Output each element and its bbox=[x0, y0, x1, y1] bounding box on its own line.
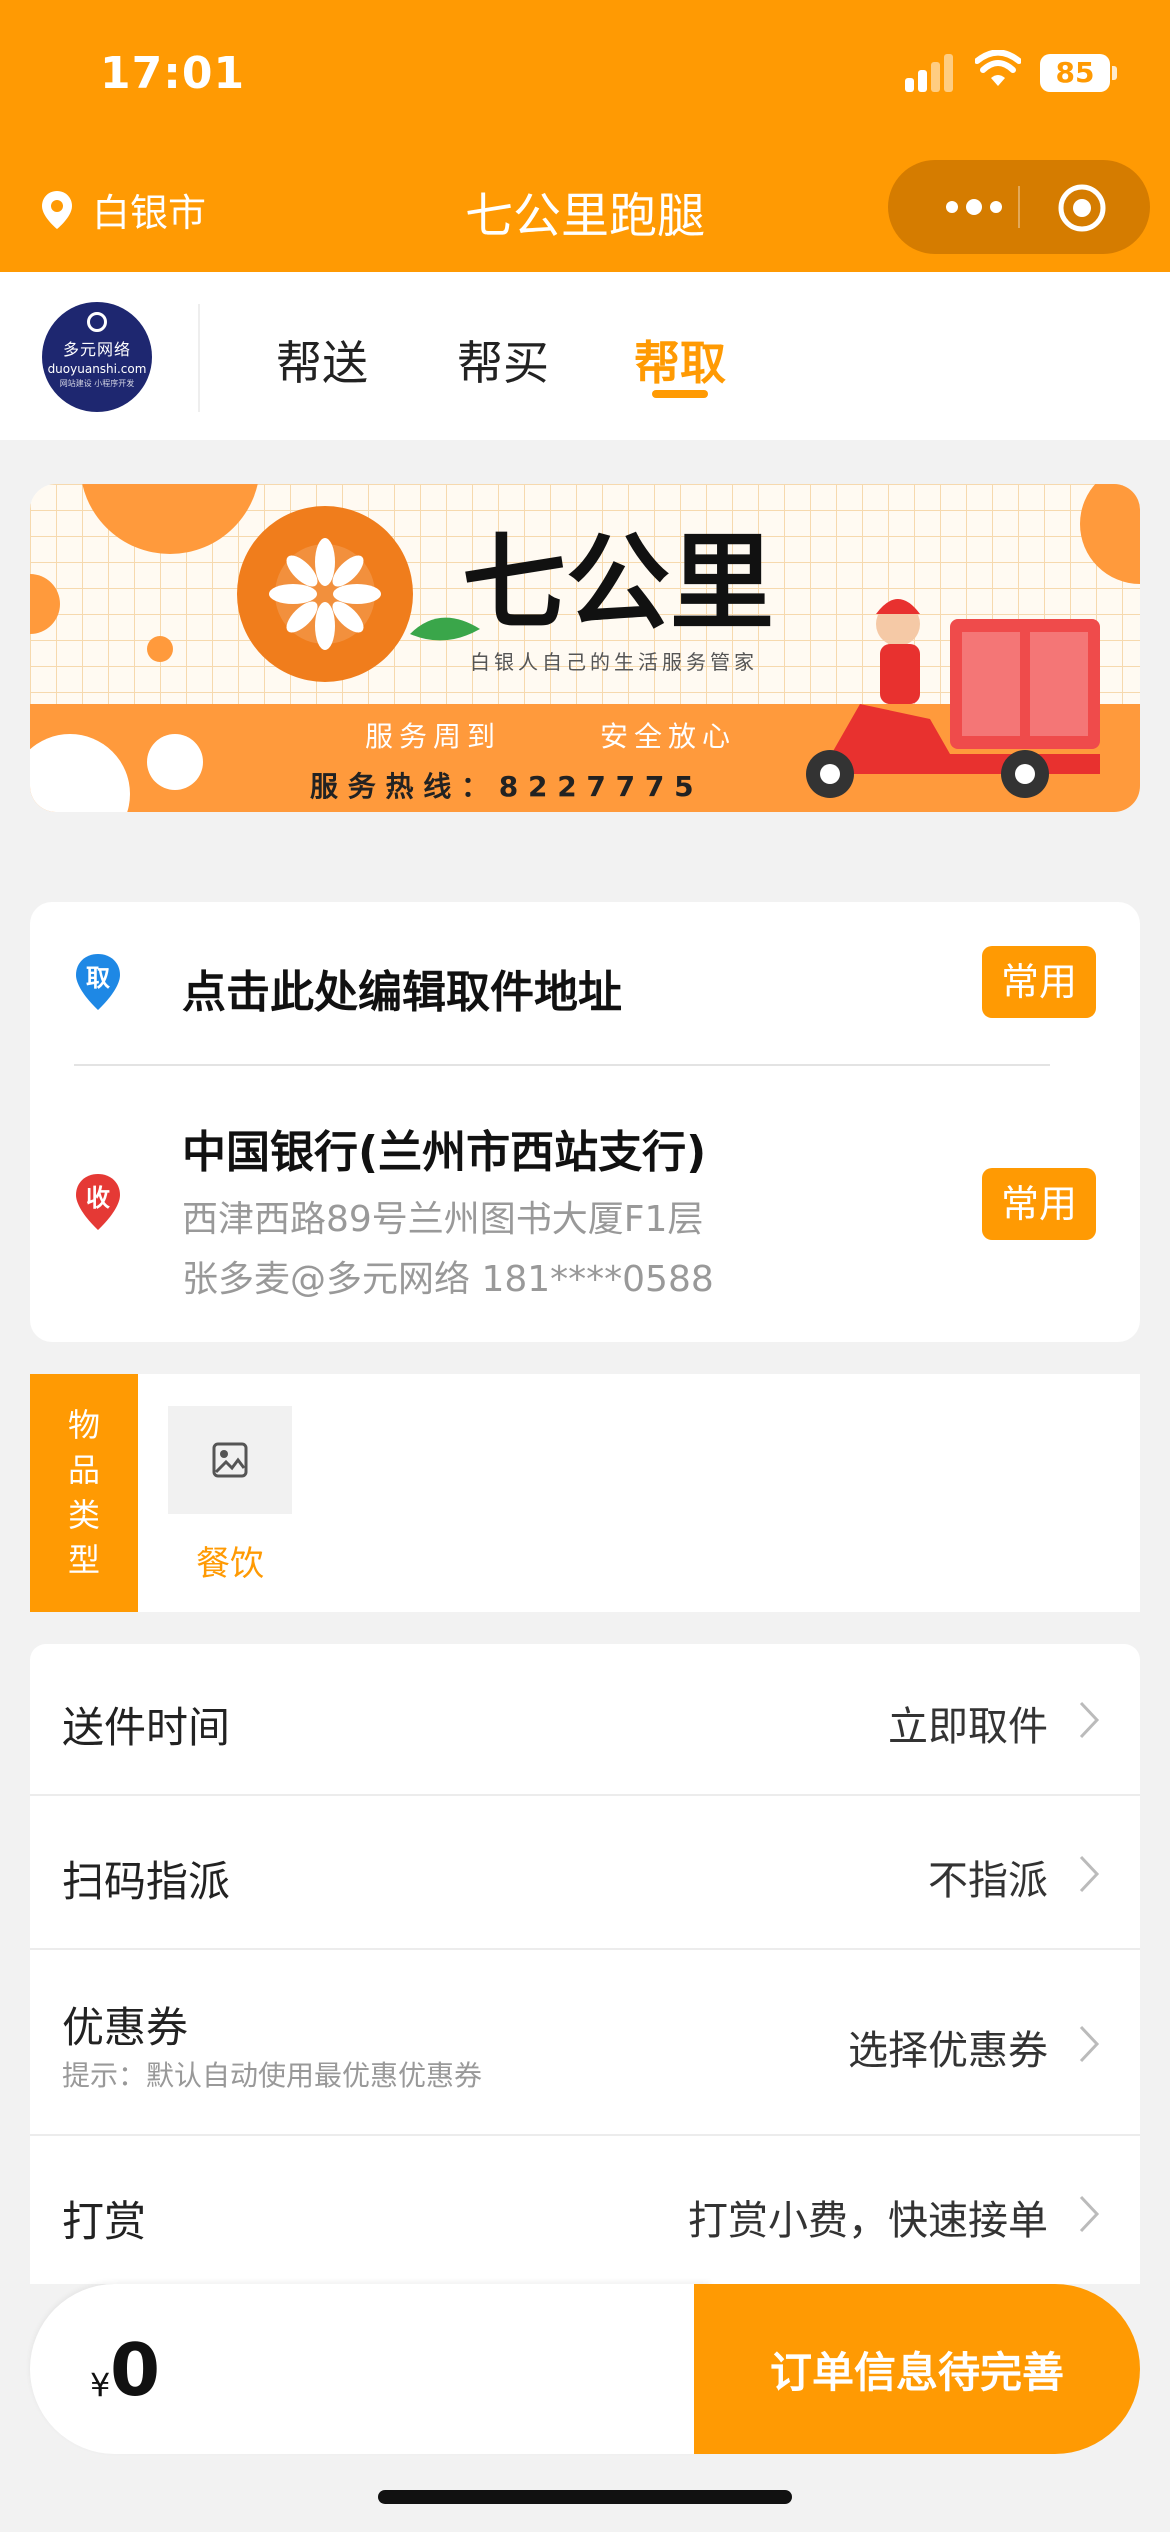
active-tab-indicator bbox=[652, 390, 708, 398]
receiver-name[interactable]: 中国银行(兰州市西站支行) bbox=[182, 1116, 706, 1180]
logo-subtext: 网站建设 小程序开发 bbox=[59, 379, 135, 388]
chevron-right-icon bbox=[1079, 2195, 1100, 2233]
currency-symbol: ¥ bbox=[90, 2366, 111, 2404]
status-time: 17:01 bbox=[100, 48, 246, 99]
image-placeholder-icon bbox=[168, 1406, 292, 1514]
option-value: 选择优惠券 bbox=[848, 2028, 1048, 2074]
service-tabs: 多元网络 duoyuanshi.com 网站建设 小程序开发 帮送 帮买 帮取 bbox=[0, 272, 1170, 440]
chevron-right-icon bbox=[1079, 2025, 1100, 2063]
chevron-right-icon bbox=[1079, 1701, 1100, 1739]
category-label: 物 品 类 型 bbox=[30, 1374, 138, 1612]
option-scan-assign[interactable]: 扫码指派 不指派 bbox=[30, 1796, 1140, 1950]
banner-tagline-right: 安全放心 bbox=[600, 720, 736, 753]
pickup-favorites-button[interactable]: 常用 bbox=[982, 946, 1096, 1018]
wifi-icon bbox=[975, 50, 1021, 86]
item-category-section: 物 品 类 型 餐饮 bbox=[30, 1374, 1140, 1612]
miniprogram-capsule bbox=[888, 160, 1150, 254]
category-item-food[interactable]: 餐饮 bbox=[168, 1406, 292, 1585]
option-label: 送件时间 bbox=[62, 1703, 231, 1752]
order-options: 送件时间 立即取件 扫码指派 不指派 优惠券 提示：默认自动使用最优惠优惠券 选… bbox=[30, 1644, 1140, 2284]
option-tip[interactable]: 打赏 打赏小费，快速接单 bbox=[30, 2136, 1140, 2284]
address-divider bbox=[74, 1064, 1050, 1066]
logo-text: 多元网络 bbox=[62, 340, 131, 359]
total-price: 0 bbox=[110, 2328, 161, 2412]
pickup-pin-label: 取 bbox=[86, 964, 110, 992]
submit-order-button[interactable]: 订单信息待完善 bbox=[694, 2284, 1140, 2454]
option-coupon[interactable]: 优惠券 提示：默认自动使用最优惠优惠券 选择优惠券 bbox=[30, 1950, 1140, 2136]
battery-tip bbox=[1112, 66, 1117, 80]
tab-buy[interactable]: 帮买 bbox=[457, 327, 549, 393]
app-header: 17:01 85 白银市 七公里跑腿 bbox=[0, 0, 1170, 272]
receiver-favorites-button[interactable]: 常用 bbox=[982, 1168, 1096, 1240]
option-value: 不指派 bbox=[928, 1858, 1048, 1904]
category-item-label: 餐饮 bbox=[196, 1544, 264, 1584]
tab-pickup[interactable]: 帮取 bbox=[634, 327, 726, 393]
price-display: ¥ 0 bbox=[30, 2284, 710, 2454]
receiver-pin-icon: 收 bbox=[74, 1172, 122, 1232]
banner-slogan: 白银人自己的生活服务管家 bbox=[470, 650, 758, 674]
receiver-address[interactable]: 西津西路89号兰州图书大厦F1层 bbox=[182, 1190, 703, 1242]
tab-deliver[interactable]: 帮送 bbox=[276, 327, 368, 393]
banner-hotline: 服 务 热 线 ： 8 2 2 7 7 7 5 bbox=[310, 770, 694, 803]
banner-graphic: 七公里 白银人自己的生活服务管家 服务周到 安全放心 服 务 热 线 ： 8 2… bbox=[30, 484, 1140, 812]
option-hint: 提示：默认自动使用最优惠优惠券 bbox=[62, 2059, 483, 2092]
logo-mark-icon bbox=[87, 312, 107, 332]
option-label: 扫码指派 bbox=[62, 1857, 231, 1906]
promo-banner[interactable]: 七公里 白银人自己的生活服务管家 服务周到 安全放心 服 务 热 线 ： 8 2… bbox=[30, 484, 1140, 812]
category-label-char: 类 bbox=[67, 1496, 100, 1534]
chevron-right-icon bbox=[1079, 1855, 1100, 1893]
receiver-contact[interactable]: 张多麦@多元网络 181****0588 bbox=[182, 1250, 714, 1302]
banner-brand: 七公里 bbox=[462, 522, 774, 644]
brand-logo: 多元网络 duoyuanshi.com 网站建设 小程序开发 bbox=[42, 302, 152, 412]
category-label-char: 品 bbox=[67, 1451, 100, 1489]
status-bar: 17:01 85 bbox=[0, 0, 1170, 150]
pickup-pin-icon: 取 bbox=[74, 952, 122, 1012]
tab-separator bbox=[198, 304, 200, 412]
capsule-divider bbox=[1018, 186, 1020, 228]
option-label: 打赏 bbox=[62, 2197, 147, 2246]
category-label-char: 物 bbox=[67, 1406, 100, 1444]
address-card: 取 点击此处编辑取件地址 常用 收 中国银行(兰州市西站支行) 西津西路89号兰… bbox=[30, 902, 1140, 1342]
receiver-pin-label: 收 bbox=[86, 1184, 110, 1212]
home-indicator[interactable] bbox=[378, 2490, 792, 2504]
category-label-char: 型 bbox=[67, 1541, 100, 1579]
option-label: 优惠券 bbox=[62, 2003, 189, 2052]
banner-tagline-left: 服务周到 bbox=[365, 720, 501, 753]
pickup-address-field[interactable]: 点击此处编辑取件地址 bbox=[182, 956, 622, 1020]
checkout-bar: ¥ 0 订单信息待完善 bbox=[30, 2284, 1140, 2454]
target-icon[interactable] bbox=[1056, 182, 1108, 234]
option-delivery-time[interactable]: 送件时间 立即取件 bbox=[30, 1644, 1140, 1796]
more-dots-icon[interactable] bbox=[928, 190, 1020, 224]
logo-domain: duoyuanshi.com bbox=[47, 362, 147, 376]
signal-icon bbox=[905, 52, 955, 92]
option-value: 打赏小费，快速接单 bbox=[688, 2198, 1048, 2244]
option-value: 立即取件 bbox=[888, 1704, 1048, 1750]
battery-icon: 85 bbox=[1040, 54, 1110, 92]
